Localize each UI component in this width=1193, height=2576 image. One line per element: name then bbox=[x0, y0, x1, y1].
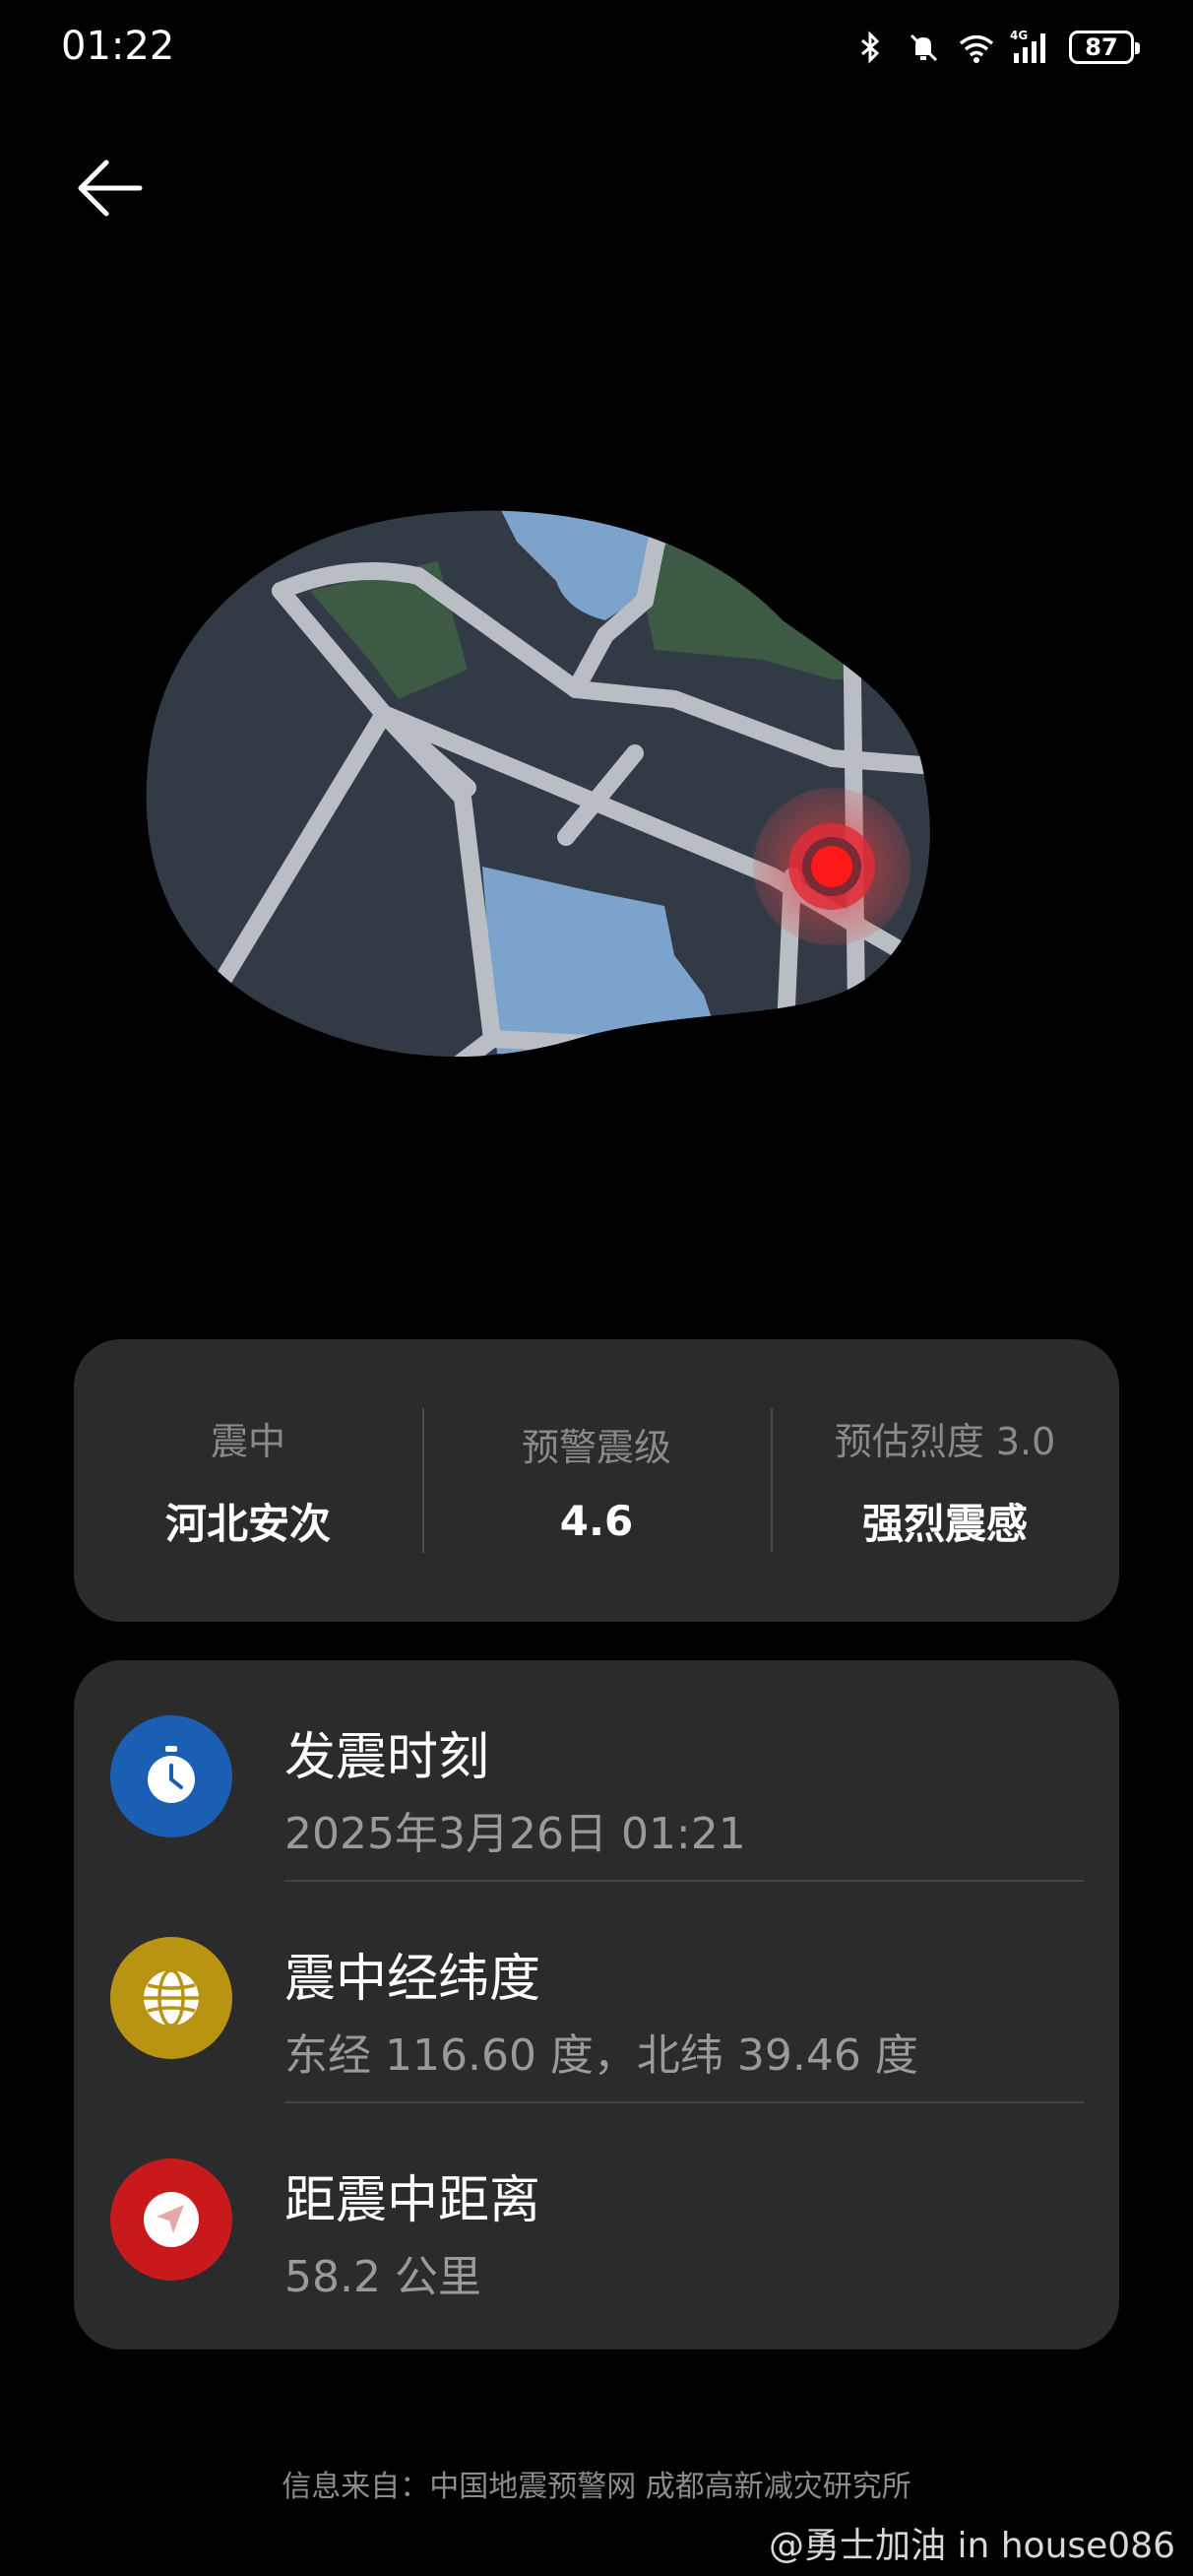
distance-value: 58.2 公里 bbox=[284, 2252, 481, 2302]
globe-icon bbox=[110, 1937, 232, 2059]
coordinates-title: 震中经纬度 bbox=[284, 1950, 541, 2009]
back-arrow-icon[interactable] bbox=[71, 153, 150, 231]
intensity-stat: 预估烈度 3.0 强烈震感 bbox=[771, 1339, 1119, 1622]
time-title: 发震时刻 bbox=[284, 1728, 490, 1787]
list-item-distance: 距震中距离 58.2 公里 bbox=[74, 2103, 1119, 2325]
source-footer: 信息来自：中国地震预警网 成都高新减灾研究所 bbox=[282, 2470, 911, 2504]
list-item-coordinates: 震中经纬度 东经 116.60 度，北纬 39.46 度 bbox=[74, 1882, 1119, 2103]
intensity-value: 强烈震感 bbox=[861, 1499, 1028, 1548]
intensity-label: 预估烈度 3.0 bbox=[834, 1419, 1056, 1463]
battery-level: 87 bbox=[1085, 33, 1118, 61]
navigation-icon bbox=[110, 2158, 232, 2281]
epicenter-value: 河北安次 bbox=[164, 1499, 331, 1548]
signal-4g-icon: 4G bbox=[1010, 29, 1045, 63]
magnitude-value: 4.6 bbox=[559, 1496, 634, 1545]
epicenter-label: 震中 bbox=[210, 1419, 285, 1463]
status-bar: 01:22 4G 87 bbox=[0, 0, 1193, 98]
clock-icon bbox=[110, 1715, 232, 1837]
svg-text:4G: 4G bbox=[1010, 29, 1028, 42]
epicenter-stat: 震中 河北安次 bbox=[74, 1339, 422, 1622]
battery-icon: 87 bbox=[1069, 31, 1140, 64]
details-card: 发震时刻 2025年3月26日 01:21 震中经纬度 东经 116.60 度，… bbox=[74, 1660, 1119, 2350]
status-time: 01:22 bbox=[61, 24, 175, 69]
epicenter-marker bbox=[753, 788, 910, 945]
summary-card: 震中 河北安次 预警震级 4.6 预估烈度 3.0 强烈震感 bbox=[74, 1339, 1119, 1622]
magnitude-stat: 预警震级 4.6 bbox=[422, 1339, 771, 1622]
watermark: @勇士加油 in house086 bbox=[769, 2526, 1175, 2566]
status-icons: 4G 87 bbox=[850, 28, 1140, 67]
epicenter-map bbox=[146, 510, 930, 1058]
mute-icon bbox=[910, 33, 938, 62]
list-item-time: 发震时刻 2025年3月26日 01:21 bbox=[74, 1660, 1119, 1882]
magnitude-label: 预警震级 bbox=[521, 1425, 671, 1469]
distance-title: 距震中距离 bbox=[284, 2171, 541, 2230]
bluetooth-icon bbox=[861, 31, 880, 64]
wifi-icon bbox=[959, 34, 994, 63]
time-value: 2025年3月26日 01:21 bbox=[284, 1809, 746, 1859]
coordinates-value: 东经 116.60 度，北纬 39.46 度 bbox=[284, 2030, 918, 2081]
map-blob bbox=[146, 510, 930, 1058]
